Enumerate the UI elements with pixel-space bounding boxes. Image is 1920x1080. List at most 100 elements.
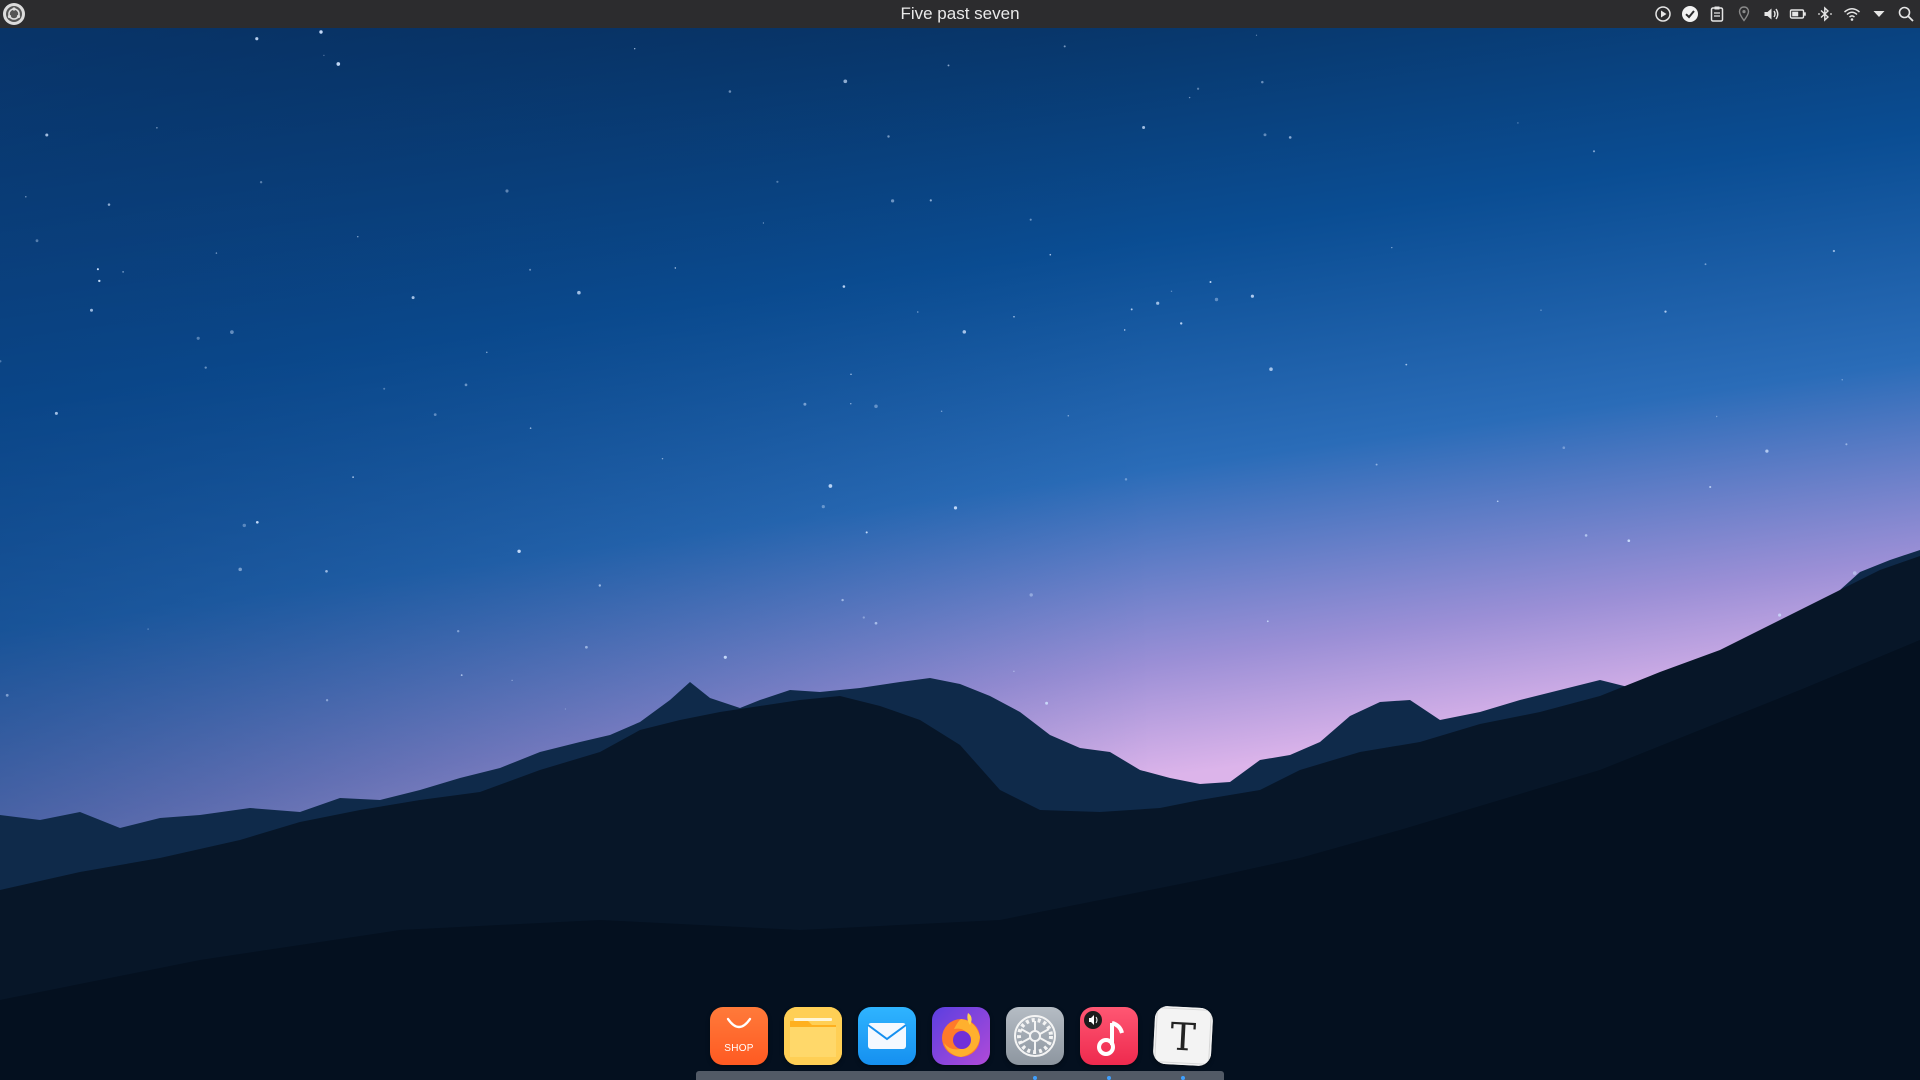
star	[828, 484, 833, 488]
star	[433, 413, 437, 416]
star	[325, 699, 329, 702]
star	[803, 402, 807, 406]
star	[1704, 263, 1707, 266]
star	[1765, 449, 1769, 453]
star	[1562, 446, 1566, 450]
star	[962, 330, 967, 334]
star	[940, 410, 943, 413]
star	[323, 54, 325, 57]
star	[1584, 534, 1588, 537]
media-play-icon[interactable]	[1653, 4, 1673, 24]
star	[1269, 367, 1273, 371]
star	[841, 598, 844, 602]
star	[728, 90, 732, 93]
app-store-launcher[interactable]: SHOP	[710, 1007, 768, 1065]
star	[1013, 315, 1015, 318]
star	[1013, 670, 1015, 673]
star	[674, 267, 676, 269]
star	[1266, 620, 1269, 623]
volume-icon[interactable]	[1761, 4, 1781, 24]
dock: SHOP T	[696, 1004, 1224, 1080]
firefox-launcher[interactable]	[932, 1007, 990, 1065]
checkmark-icon[interactable]	[1680, 4, 1700, 24]
star	[505, 189, 509, 193]
star	[1255, 34, 1258, 36]
star	[1375, 463, 1378, 466]
star	[98, 279, 101, 283]
star	[1209, 281, 1212, 283]
star	[460, 674, 463, 677]
star	[1592, 150, 1596, 153]
star	[1832, 249, 1836, 253]
distro-logo-icon[interactable]	[3, 3, 25, 25]
star	[929, 199, 932, 202]
star	[352, 476, 354, 478]
clock-label[interactable]: Five past seven	[900, 4, 1019, 23]
star	[107, 203, 111, 206]
clipboard-icon[interactable]	[1707, 4, 1727, 24]
star	[874, 404, 878, 409]
star	[1170, 290, 1173, 293]
star	[890, 199, 895, 203]
app-store-label: SHOP	[724, 1043, 754, 1054]
star	[1123, 329, 1126, 331]
star	[156, 127, 158, 129]
star	[1261, 80, 1264, 84]
star	[1063, 45, 1066, 48]
music-note-icon	[1084, 1011, 1124, 1056]
star	[1517, 122, 1519, 124]
star	[1067, 414, 1070, 417]
star	[464, 383, 468, 387]
typora-launcher[interactable]: T	[1152, 1005, 1214, 1067]
star	[1196, 87, 1200, 90]
star	[486, 351, 488, 354]
star	[96, 268, 99, 271]
star	[1664, 310, 1667, 313]
star	[1124, 478, 1128, 481]
star	[5, 693, 9, 697]
star	[1391, 246, 1393, 249]
typora-letter: T	[1169, 1014, 1197, 1060]
star	[821, 505, 825, 509]
star	[336, 62, 341, 66]
star	[255, 37, 259, 41]
star	[230, 330, 234, 334]
star	[1288, 136, 1292, 139]
star	[1180, 322, 1183, 325]
star	[762, 222, 765, 224]
star	[564, 708, 567, 710]
star	[122, 271, 124, 273]
settings-running-indicator	[1033, 1076, 1037, 1080]
top-panel: Five past seven	[0, 0, 1920, 28]
star	[517, 549, 521, 554]
star	[238, 567, 242, 572]
star	[887, 135, 890, 138]
battery-icon[interactable]	[1788, 4, 1808, 24]
wifi-icon[interactable]	[1842, 4, 1862, 24]
desktop-wallpaper	[0, 0, 1920, 1080]
typora-running-indicator	[1181, 1076, 1185, 1080]
star	[255, 520, 259, 524]
mail-launcher[interactable]	[858, 1007, 916, 1065]
star	[917, 311, 919, 313]
music-launcher[interactable]	[1080, 1007, 1138, 1065]
star	[842, 285, 846, 288]
settings-launcher[interactable]	[1006, 1007, 1064, 1065]
star	[456, 629, 460, 633]
folder-icon	[784, 1007, 842, 1065]
star	[1841, 379, 1843, 381]
location-pin-icon[interactable]	[1734, 4, 1754, 24]
bluetooth-icon[interactable]	[1815, 4, 1835, 24]
star	[1263, 133, 1267, 137]
star	[1049, 253, 1052, 256]
star	[325, 569, 328, 573]
files-launcher[interactable]	[784, 1007, 842, 1065]
star	[874, 621, 878, 625]
star	[1715, 415, 1718, 418]
search-icon[interactable]	[1896, 4, 1916, 24]
star	[1496, 500, 1499, 503]
star	[634, 48, 636, 50]
dropdown-arrow-icon[interactable]	[1869, 4, 1889, 24]
star	[90, 308, 93, 312]
star	[661, 457, 664, 460]
